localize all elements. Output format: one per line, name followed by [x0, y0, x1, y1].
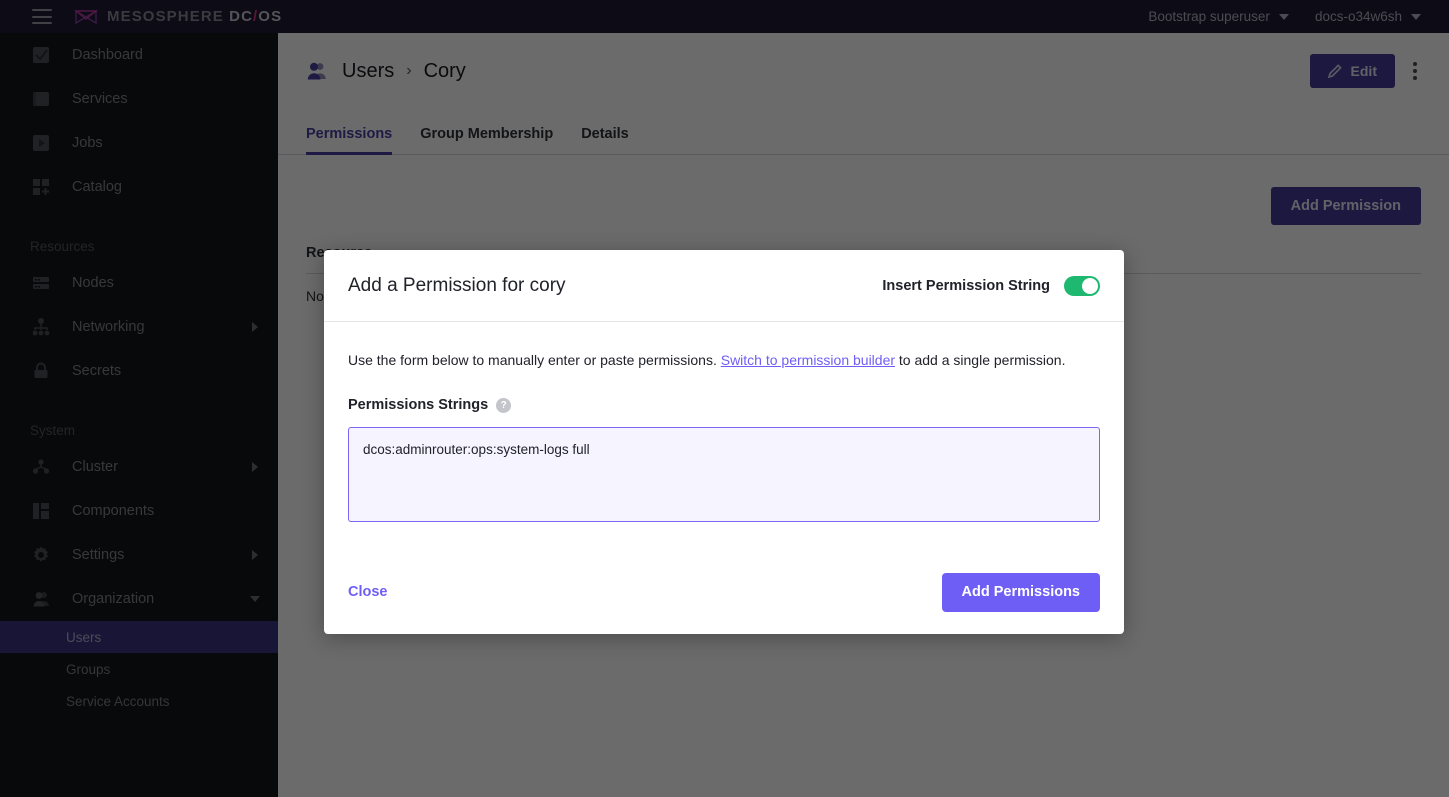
question-mark-icon[interactable]: ? [496, 397, 512, 413]
modal-header-actions: Insert Permission String [882, 275, 1100, 296]
modal-header: Add a Permission for cory Insert Permiss… [324, 250, 1124, 322]
modal-body: Use the form below to manually enter or … [324, 322, 1124, 550]
add-permissions-button[interactable]: Add Permissions [941, 572, 1100, 612]
modal-footer: Close Add Permissions [324, 550, 1124, 634]
modal-description: Use the form below to manually enter or … [348, 350, 1100, 371]
insert-permission-string-label: Insert Permission String [882, 277, 1050, 294]
modal-title: Add a Permission for cory [348, 274, 566, 296]
insert-permission-string-toggle[interactable] [1064, 275, 1100, 296]
app-root: MESOSPHERE DC/OS Bootstrap superuser doc… [0, 0, 1449, 797]
permissions-strings-label: Permissions Strings ? [348, 397, 1100, 413]
close-button[interactable]: Close [348, 584, 388, 600]
switch-to-permission-builder-link[interactable]: Switch to permission builder [721, 352, 895, 368]
add-permission-modal: Add a Permission for cory Insert Permiss… [324, 250, 1124, 634]
modal-description-before: Use the form below to manually enter or … [348, 352, 721, 368]
permissions-strings-label-text: Permissions Strings [348, 397, 489, 413]
permissions-strings-input[interactable] [348, 427, 1100, 522]
modal-description-after: to add a single permission. [895, 352, 1066, 368]
